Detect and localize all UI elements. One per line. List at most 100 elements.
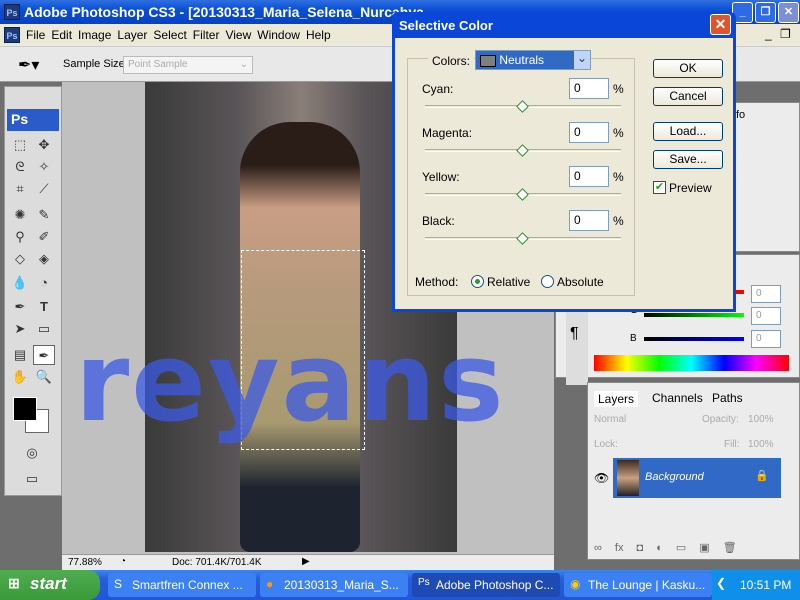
history-brush-icon[interactable]: ✐ [33, 227, 55, 247]
task-label: 20130313_Maria_S... [284, 578, 399, 592]
black-unit: % [613, 214, 624, 228]
preview-checkbox[interactable]: ✔ [653, 181, 666, 194]
menu-filter[interactable]: Filter [190, 28, 223, 42]
tray-expand-icon[interactable]: ❮ [716, 576, 726, 590]
eyedropper-tool-icon[interactable]: ✒ [33, 345, 55, 365]
fill-label: Fill: [724, 439, 740, 450]
absolute-radio[interactable] [541, 275, 554, 288]
menu-file[interactable]: File [23, 28, 48, 42]
clone-stamp-icon[interactable]: ⚲ [9, 227, 31, 247]
sample-size-select[interactable]: Point Sample ⌄ [123, 56, 253, 74]
dialog-close-button[interactable]: ✕ [710, 14, 731, 35]
fill-field[interactable]: 100% [748, 439, 774, 450]
pen-tool-icon[interactable]: ✒ [9, 297, 31, 317]
layer-row[interactable]: Background 🔒 [613, 458, 781, 498]
black-label: Black: [422, 214, 455, 228]
chevron-down-icon[interactable]: ⌄ [574, 51, 590, 69]
crop-tool-icon[interactable]: ⌗ [9, 179, 31, 199]
notes-tool-icon[interactable]: ▤ [9, 345, 31, 365]
save-button[interactable]: Save... [653, 150, 723, 169]
dialog-title: Selective Color [399, 18, 493, 33]
window-title: Adobe Photoshop CS3 - [20130313_Maria_Se… [24, 4, 424, 20]
move-tool-icon[interactable]: ✥ [33, 135, 55, 155]
dialog-title-bar: Selective Color ✕ [395, 12, 733, 38]
shape-tool-icon[interactable]: ▭ [33, 319, 55, 339]
eraser-icon[interactable]: ◇ [9, 249, 31, 269]
menu-select[interactable]: Select [150, 28, 189, 42]
tab-layers[interactable]: Layers [594, 391, 639, 407]
info-tab[interactable]: fo [736, 109, 745, 121]
b-slider[interactable] [644, 337, 744, 341]
magenta-input[interactable]: 0 [569, 122, 609, 143]
menu-image[interactable]: Image [75, 28, 114, 42]
task-label: Smartfren Connex ... [132, 578, 243, 592]
path-selection-icon[interactable]: ➤ [9, 319, 31, 339]
b-label: B [630, 333, 637, 344]
quick-mask-icon[interactable]: ◎ [21, 443, 43, 463]
opacity-field[interactable]: 100% [748, 414, 774, 425]
menu-window[interactable]: Window [254, 28, 303, 42]
lock-icon: 🔒 [755, 470, 769, 482]
doc-info: Doc: 701.4K/701.4K [172, 557, 262, 568]
marquee-tool-icon[interactable]: ⬚ [9, 135, 31, 155]
blend-mode-select[interactable]: Normal [594, 414, 626, 425]
close-button[interactable]: ✕ [778, 2, 799, 23]
smartfren-icon: S [114, 577, 123, 591]
cyan-input[interactable]: 0 [569, 78, 609, 99]
paint-bucket-icon[interactable]: ◈ [33, 249, 55, 269]
restore-button[interactable]: ❐ [755, 2, 776, 23]
dodge-tool-icon[interactable]: ◔ [33, 273, 55, 293]
zoom-tool-icon[interactable]: 🔍 [33, 367, 55, 387]
b-value[interactable]: 0 [751, 330, 781, 348]
eye-icon[interactable]: 👁 [594, 471, 609, 485]
doc-minimize-button[interactable]: _ [765, 27, 772, 41]
document-icon[interactable]: Ps [4, 27, 20, 43]
tab-paths[interactable]: Paths [712, 391, 743, 405]
load-button[interactable]: Load... [653, 122, 723, 141]
menu-help[interactable]: Help [303, 28, 334, 42]
menu-edit[interactable]: Edit [48, 28, 75, 42]
neutral-swatch [480, 54, 496, 67]
task-smartfren[interactable]: S Smartfren Connex ... [108, 573, 256, 597]
status-bar: 77.88% ◔ Doc: 701.4K/701.4K ▶ [62, 554, 554, 570]
g-slider[interactable] [644, 313, 744, 317]
status-menu-icon[interactable]: ◔ [120, 556, 126, 567]
start-label: start [30, 574, 67, 593]
brush-tool-icon[interactable]: ✎ [33, 205, 55, 225]
ok-button[interactable]: OK [653, 59, 723, 78]
yellow-input[interactable]: 0 [569, 166, 609, 187]
menu-layer[interactable]: Layer [114, 28, 150, 42]
windows-logo-icon: ⊞ [8, 575, 20, 591]
black-input[interactable]: 0 [569, 210, 609, 231]
blur-tool-icon[interactable]: 💧 [9, 273, 31, 293]
task-chrome[interactable]: ◉ The Lounge | Kasku... [564, 573, 712, 597]
doc-restore-button[interactable]: ❐ [774, 27, 797, 41]
g-value[interactable]: 0 [751, 307, 781, 325]
menu-view[interactable]: View [222, 28, 254, 42]
colors-select[interactable]: Neutrals ⌄ [475, 50, 591, 70]
hand-tool-icon[interactable]: ✋ [9, 367, 31, 387]
lasso-tool-icon[interactable]: ᘓ [9, 157, 31, 177]
slice-tool-icon[interactable]: ⟋ [33, 179, 55, 199]
paragraph-icon[interactable]: ¶ [570, 325, 579, 343]
task-photoshop[interactable]: Ps Adobe Photoshop C... [412, 573, 560, 597]
status-arrow-icon[interactable]: ▶ [302, 556, 310, 567]
firefox-icon: ● [266, 577, 274, 591]
foreground-color-swatch[interactable] [13, 397, 37, 421]
relative-radio[interactable] [471, 275, 484, 288]
color-ramp[interactable] [594, 355, 789, 371]
cancel-button[interactable]: Cancel [653, 87, 723, 106]
cyan-label: Cyan: [422, 82, 454, 96]
layers-footer-icons[interactable]: ∞ fx ◘ ◐ ▭ ▣ 🗑 [594, 541, 737, 554]
selective-color-dialog: Selective Color ✕ Colors: Neutrals ⌄ Cyan… [392, 12, 736, 312]
start-button[interactable]: ⊞ start [0, 570, 100, 600]
healing-brush-icon[interactable]: ✺ [9, 205, 31, 225]
screen-mode-icon[interactable]: ▭ [21, 469, 43, 489]
r-value[interactable]: 0 [751, 285, 781, 303]
type-tool-icon[interactable]: T [33, 297, 55, 317]
task-firefox[interactable]: ● 20130313_Maria_S... [260, 573, 408, 597]
tab-channels[interactable]: Channels [652, 391, 703, 405]
magic-wand-icon[interactable]: ✧ [33, 157, 55, 177]
zoom-level[interactable]: 77.88% [68, 557, 102, 568]
eyedropper-icon[interactable]: ✒▾ [18, 55, 39, 75]
